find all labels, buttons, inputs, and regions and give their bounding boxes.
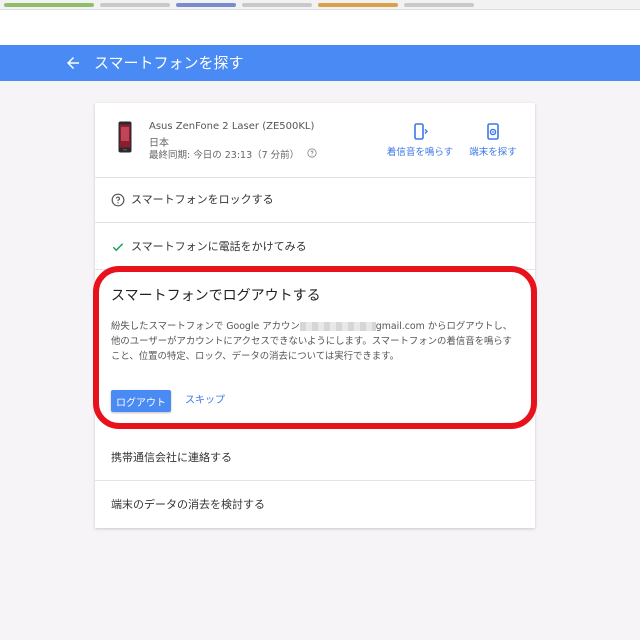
find-phone-card: Asus ZenFone 2 Laser (ZE500KL) 日本 最終同期: … [95,103,535,528]
page-title: スマートフォンを探す [94,54,244,72]
logout-button[interactable]: ログアウト [111,390,171,412]
bookmark-item[interactable] [318,2,398,7]
check-icon [112,243,124,252]
logout-panel-description: 紛失したスマートフォンで Google アカウン gmail.com からログアウ… [111,319,517,364]
logout-panel-title: スマートフォンでログアウトする [111,288,321,304]
contact-carrier-label: 携帯通信会社に連絡する [111,451,232,464]
bookmark-item[interactable] [242,2,312,7]
ring-phone-icon [414,123,428,140]
bookmark-item[interactable] [176,2,236,7]
logout-panel: スマートフォンでログアウトする 紛失したスマートフォンで Google アカウン… [95,271,535,416]
page-top-spacer [0,10,640,45]
last-sync-text: 最終同期: 今日の 23:13（7 分前） [149,150,300,161]
find-device-label: 端末を探す [469,147,517,158]
bookmark-item[interactable] [4,2,94,7]
help-circle-icon[interactable] [307,148,317,158]
lock-phone-row[interactable]: スマートフォンをロックする [95,177,535,223]
bookmark-item[interactable] [404,2,474,7]
bookmarks-bar [0,0,640,10]
call-phone-label: スマートフォンに電話をかけてみる [131,240,307,253]
logout-description-part1: 紛失したスマートフォンで Google アカウン [111,321,300,332]
app-bar: スマートフォンを探す [0,45,640,81]
call-phone-row[interactable]: スマートフォンに電話をかけてみる [95,224,535,270]
find-device-button[interactable]: 端末を探す [467,123,519,158]
find-device-icon [487,123,499,140]
masked-email [299,322,376,331]
skip-button[interactable]: スキップ [179,390,231,412]
ring-phone-label: 着信音を鳴らす [386,147,454,158]
contact-carrier-row[interactable]: 携帯通信会社に連絡する [95,435,535,481]
back-arrow-icon[interactable] [64,54,82,72]
lock-phone-label: スマートフォンをロックする [131,193,274,206]
ring-phone-button[interactable]: 着信音を鳴らす [383,123,457,158]
phone-image-icon [118,121,132,153]
help-circle-icon [111,193,125,207]
device-name: Asus ZenFone 2 Laser (ZE500KL) [149,121,315,132]
erase-data-label: 端末のデータの消去を検討する [111,498,265,511]
erase-data-row[interactable]: 端末のデータの消去を検討する [95,482,535,528]
device-header: Asus ZenFone 2 Laser (ZE500KL) 日本 最終同期: … [95,103,535,178]
bookmark-item[interactable] [100,2,170,7]
